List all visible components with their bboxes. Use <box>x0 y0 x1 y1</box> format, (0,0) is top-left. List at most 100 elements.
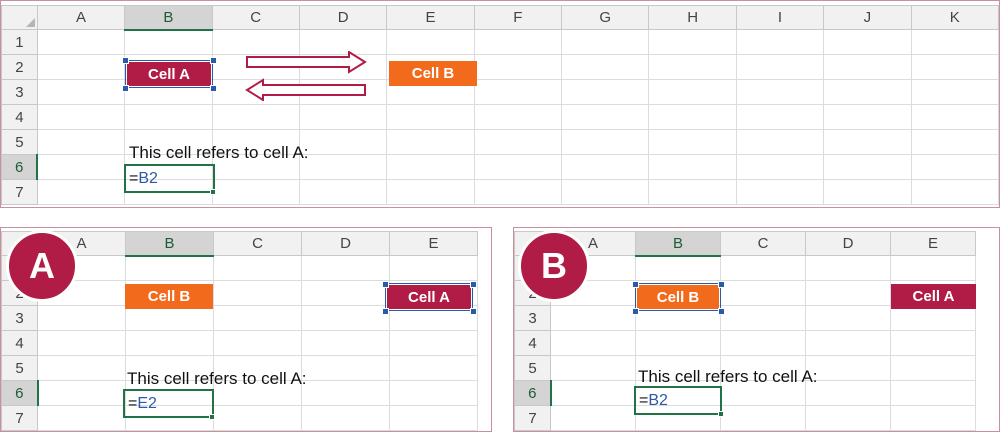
cell[interactable] <box>910 29 999 55</box>
cell[interactable] <box>561 129 650 155</box>
cell[interactable] <box>735 29 825 55</box>
row-header-6[interactable]: 6 <box>514 380 552 406</box>
cell[interactable] <box>473 54 563 80</box>
cell[interactable] <box>823 154 912 180</box>
cell[interactable] <box>823 79 912 105</box>
cell-b-b2[interactable]: Cell B <box>125 284 213 309</box>
cell[interactable] <box>823 129 912 155</box>
cell[interactable] <box>805 255 891 281</box>
fill-handle[interactable] <box>210 189 216 195</box>
cell[interactable] <box>389 405 478 431</box>
cell[interactable] <box>648 179 737 205</box>
selection-handle[interactable] <box>718 281 725 288</box>
cell[interactable] <box>890 355 976 381</box>
column-header-c[interactable]: C <box>720 231 806 256</box>
cell[interactable] <box>910 54 999 80</box>
cell[interactable] <box>890 330 976 356</box>
column-header-b[interactable]: B <box>635 231 721 257</box>
formula-cell-b6[interactable]: = E2 <box>123 389 214 418</box>
row-header-6[interactable]: 6 <box>1 154 39 180</box>
cell[interactable] <box>735 154 825 180</box>
cell[interactable] <box>301 255 390 281</box>
column-header-j[interactable]: J <box>823 5 912 30</box>
cell[interactable] <box>561 79 650 105</box>
row-header-4[interactable]: 4 <box>514 330 551 356</box>
cell[interactable] <box>550 330 636 356</box>
fill-handle[interactable] <box>718 411 724 417</box>
cell[interactable] <box>36 179 126 205</box>
cell[interactable] <box>386 154 475 180</box>
column-header-k[interactable]: K <box>910 5 999 30</box>
selection-handle[interactable] <box>470 308 477 315</box>
cell[interactable] <box>211 179 300 205</box>
cell[interactable] <box>386 29 475 55</box>
cell[interactable] <box>301 380 390 406</box>
cell[interactable] <box>389 355 478 381</box>
cell[interactable] <box>561 154 650 180</box>
cell[interactable] <box>648 154 737 180</box>
cell[interactable] <box>561 104 650 130</box>
cell[interactable] <box>805 305 891 331</box>
cell[interactable] <box>37 380 126 406</box>
row-header-7[interactable]: 7 <box>514 405 551 431</box>
select-all-corner[interactable] <box>1 5 38 30</box>
selection-handle[interactable] <box>470 281 477 288</box>
row-header-2[interactable]: 2 <box>1 54 38 80</box>
cell[interactable] <box>720 280 806 306</box>
column-header-d[interactable]: D <box>805 231 891 256</box>
cell[interactable] <box>910 79 999 105</box>
cell[interactable] <box>735 104 825 130</box>
cell[interactable] <box>298 104 388 130</box>
cell[interactable] <box>561 29 650 55</box>
cell[interactable] <box>36 154 126 180</box>
cell[interactable] <box>720 305 806 331</box>
cell-b-e2[interactable]: Cell B <box>389 61 477 86</box>
row-header-3[interactable]: 3 <box>1 79 38 105</box>
cell[interactable] <box>213 305 302 331</box>
cell[interactable] <box>561 179 650 205</box>
cell[interactable] <box>298 179 388 205</box>
cell[interactable] <box>473 29 563 55</box>
cell[interactable] <box>386 129 475 155</box>
cell[interactable] <box>386 179 475 205</box>
cell[interactable] <box>125 255 214 281</box>
cell[interactable] <box>910 104 999 130</box>
cell[interactable] <box>473 104 563 130</box>
cell[interactable] <box>550 405 636 431</box>
cell[interactable] <box>720 330 806 356</box>
cell[interactable] <box>550 305 636 331</box>
selection-handle[interactable] <box>382 308 389 315</box>
fill-handle[interactable] <box>209 414 215 420</box>
cell[interactable] <box>805 280 891 306</box>
cell[interactable] <box>805 355 891 381</box>
row-header-7[interactable]: 7 <box>1 179 38 205</box>
cell-a-e2[interactable]: Cell A <box>385 283 473 311</box>
cell[interactable] <box>735 179 825 205</box>
cell[interactable] <box>910 129 999 155</box>
cell[interactable] <box>298 129 388 155</box>
cell[interactable] <box>735 129 825 155</box>
cell[interactable] <box>648 54 737 80</box>
column-header-d[interactable]: D <box>301 231 390 256</box>
cell[interactable] <box>890 305 976 331</box>
cell[interactable] <box>389 380 478 406</box>
cell[interactable] <box>301 280 390 306</box>
cell[interactable] <box>805 380 891 406</box>
cell[interactable] <box>37 355 126 381</box>
cell[interactable] <box>735 79 825 105</box>
selection-handle[interactable] <box>122 57 129 64</box>
cell[interactable] <box>720 405 806 431</box>
column-header-c[interactable]: C <box>211 5 300 30</box>
column-header-e[interactable]: E <box>890 231 976 256</box>
cell[interactable] <box>635 305 721 331</box>
formula-cell-b6[interactable]: = B2 <box>124 164 215 193</box>
cell[interactable] <box>648 79 737 105</box>
cell[interactable] <box>36 54 126 80</box>
cell[interactable] <box>890 380 976 406</box>
cell[interactable] <box>389 305 478 331</box>
cell-a-b2[interactable]: Cell A <box>125 60 213 88</box>
cell[interactable] <box>805 330 891 356</box>
row-header-5[interactable]: 5 <box>514 355 551 381</box>
row-header-5[interactable]: 5 <box>1 129 38 155</box>
cell[interactable] <box>301 305 390 331</box>
